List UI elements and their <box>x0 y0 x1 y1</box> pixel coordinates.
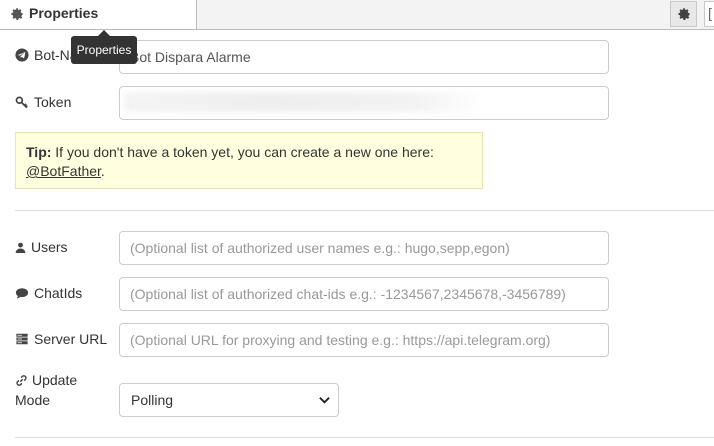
server-icon <box>16 333 28 345</box>
tip-text: If you don't have a token yet, you can c… <box>51 144 434 160</box>
chatids-input[interactable] <box>119 277 609 311</box>
token-redaction <box>124 92 484 112</box>
users-input[interactable] <box>119 231 609 265</box>
update-mode-select[interactable]: Polling <box>119 383 339 417</box>
link-icon <box>16 374 27 386</box>
key-icon <box>15 96 28 109</box>
bottom-divider <box>15 437 714 438</box>
token-label: Token <box>15 94 71 110</box>
telegram-plane-icon <box>15 48 29 62</box>
chatids-label: ChatIds <box>15 285 82 301</box>
chevron-down-icon <box>319 397 330 404</box>
tip-prefix: Tip: <box>26 144 52 160</box>
tab-properties-label: Properties <box>29 5 99 21</box>
tip-box: Tip: If you don't have a token yet, you … <box>15 132 483 189</box>
gear-icon <box>678 8 690 20</box>
update-mode-value: Polling <box>131 392 174 408</box>
tab-properties[interactable]: Properties <box>0 0 197 29</box>
server-url-label: Server URL <box>15 331 107 347</box>
users-label: Users <box>15 239 68 255</box>
bot-name-input[interactable] <box>119 40 609 74</box>
gear-icon <box>11 8 23 20</box>
tab-settings-button[interactable] <box>670 1 697 27</box>
tab-bar: Properties [ <box>0 0 714 30</box>
update-mode-label: Update Mode <box>15 372 78 408</box>
tooltip: Properties <box>71 36 137 64</box>
tip-suffix: . <box>100 163 105 179</box>
tab-extra-label: [ <box>708 5 712 21</box>
section-divider <box>15 210 714 211</box>
botfather-link[interactable]: @BotFather <box>26 163 101 179</box>
user-icon <box>15 242 26 253</box>
comment-icon <box>15 287 29 299</box>
server-url-input[interactable] <box>119 323 609 357</box>
tab-extra-button[interactable]: [ <box>704 1 714 27</box>
